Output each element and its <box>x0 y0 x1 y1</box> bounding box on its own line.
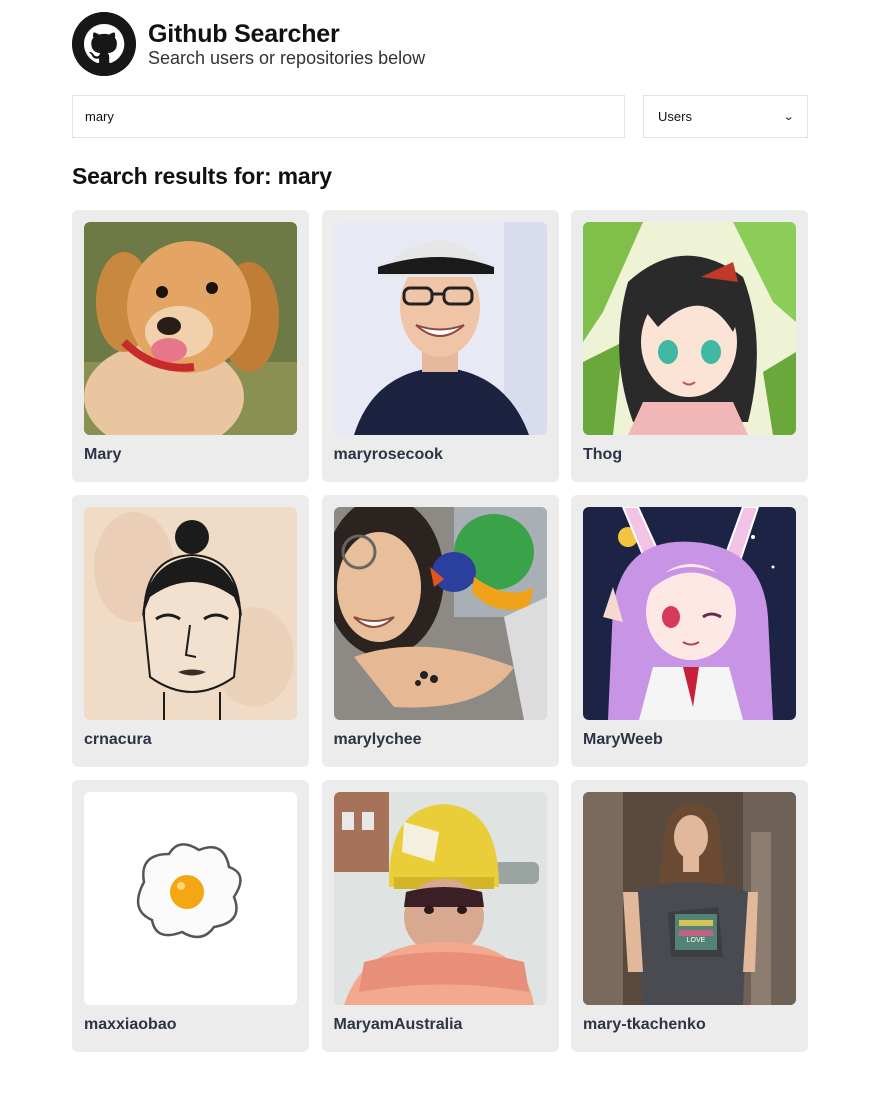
user-login: maxxiaobao <box>84 1016 177 1033</box>
user-login: marylychee <box>333 731 422 748</box>
chevron-down-icon: ⌄ <box>782 111 795 123</box>
user-card[interactable]: LOVE mary-tkachenko <box>571 780 808 1052</box>
user-login: Mary <box>84 446 122 463</box>
results-heading: Search results for: mary <box>72 163 332 189</box>
user-card[interactable]: marylychee <box>321 495 559 767</box>
user-login: MaryamAustralia <box>333 1016 463 1033</box>
user-login: crnacura <box>84 731 152 748</box>
user-card[interactable]: Thog <box>571 210 808 482</box>
avatar <box>84 222 297 435</box>
search-type-select[interactable]: Users ⌄ <box>643 95 808 138</box>
user-card[interactable]: MaryWeeb <box>571 495 808 767</box>
avatar <box>333 507 547 720</box>
search-type-selected: Users <box>658 109 692 124</box>
results-grid: Mary maryrosecook Thog crnacura marylych… <box>72 210 808 1052</box>
user-card[interactable]: crnacura <box>72 495 309 767</box>
avatar <box>84 507 297 720</box>
app-header: Github Searcher Search users or reposito… <box>72 12 425 76</box>
user-card[interactable]: MaryamAustralia <box>321 780 559 1052</box>
avatar <box>583 507 796 720</box>
user-login: maryrosecook <box>333 446 443 463</box>
app-title: Github Searcher <box>148 20 340 48</box>
svg-text:LOVE: LOVE <box>687 937 706 944</box>
user-login: Thog <box>583 446 623 463</box>
user-login: mary-tkachenko <box>583 1016 706 1033</box>
user-card[interactable]: maryrosecook <box>321 210 559 482</box>
avatar <box>333 222 547 435</box>
user-card[interactable]: maxxiaobao <box>72 780 309 1052</box>
avatar: LOVE <box>583 792 796 1005</box>
avatar <box>583 222 796 435</box>
user-login: MaryWeeb <box>583 731 663 748</box>
avatar <box>84 792 297 1005</box>
user-card[interactable]: Mary <box>72 210 309 482</box>
avatar <box>333 792 547 1005</box>
github-logo-icon <box>72 12 136 76</box>
app-subtitle: Search users or repositories below <box>148 48 426 68</box>
search-input[interactable] <box>72 95 625 138</box>
